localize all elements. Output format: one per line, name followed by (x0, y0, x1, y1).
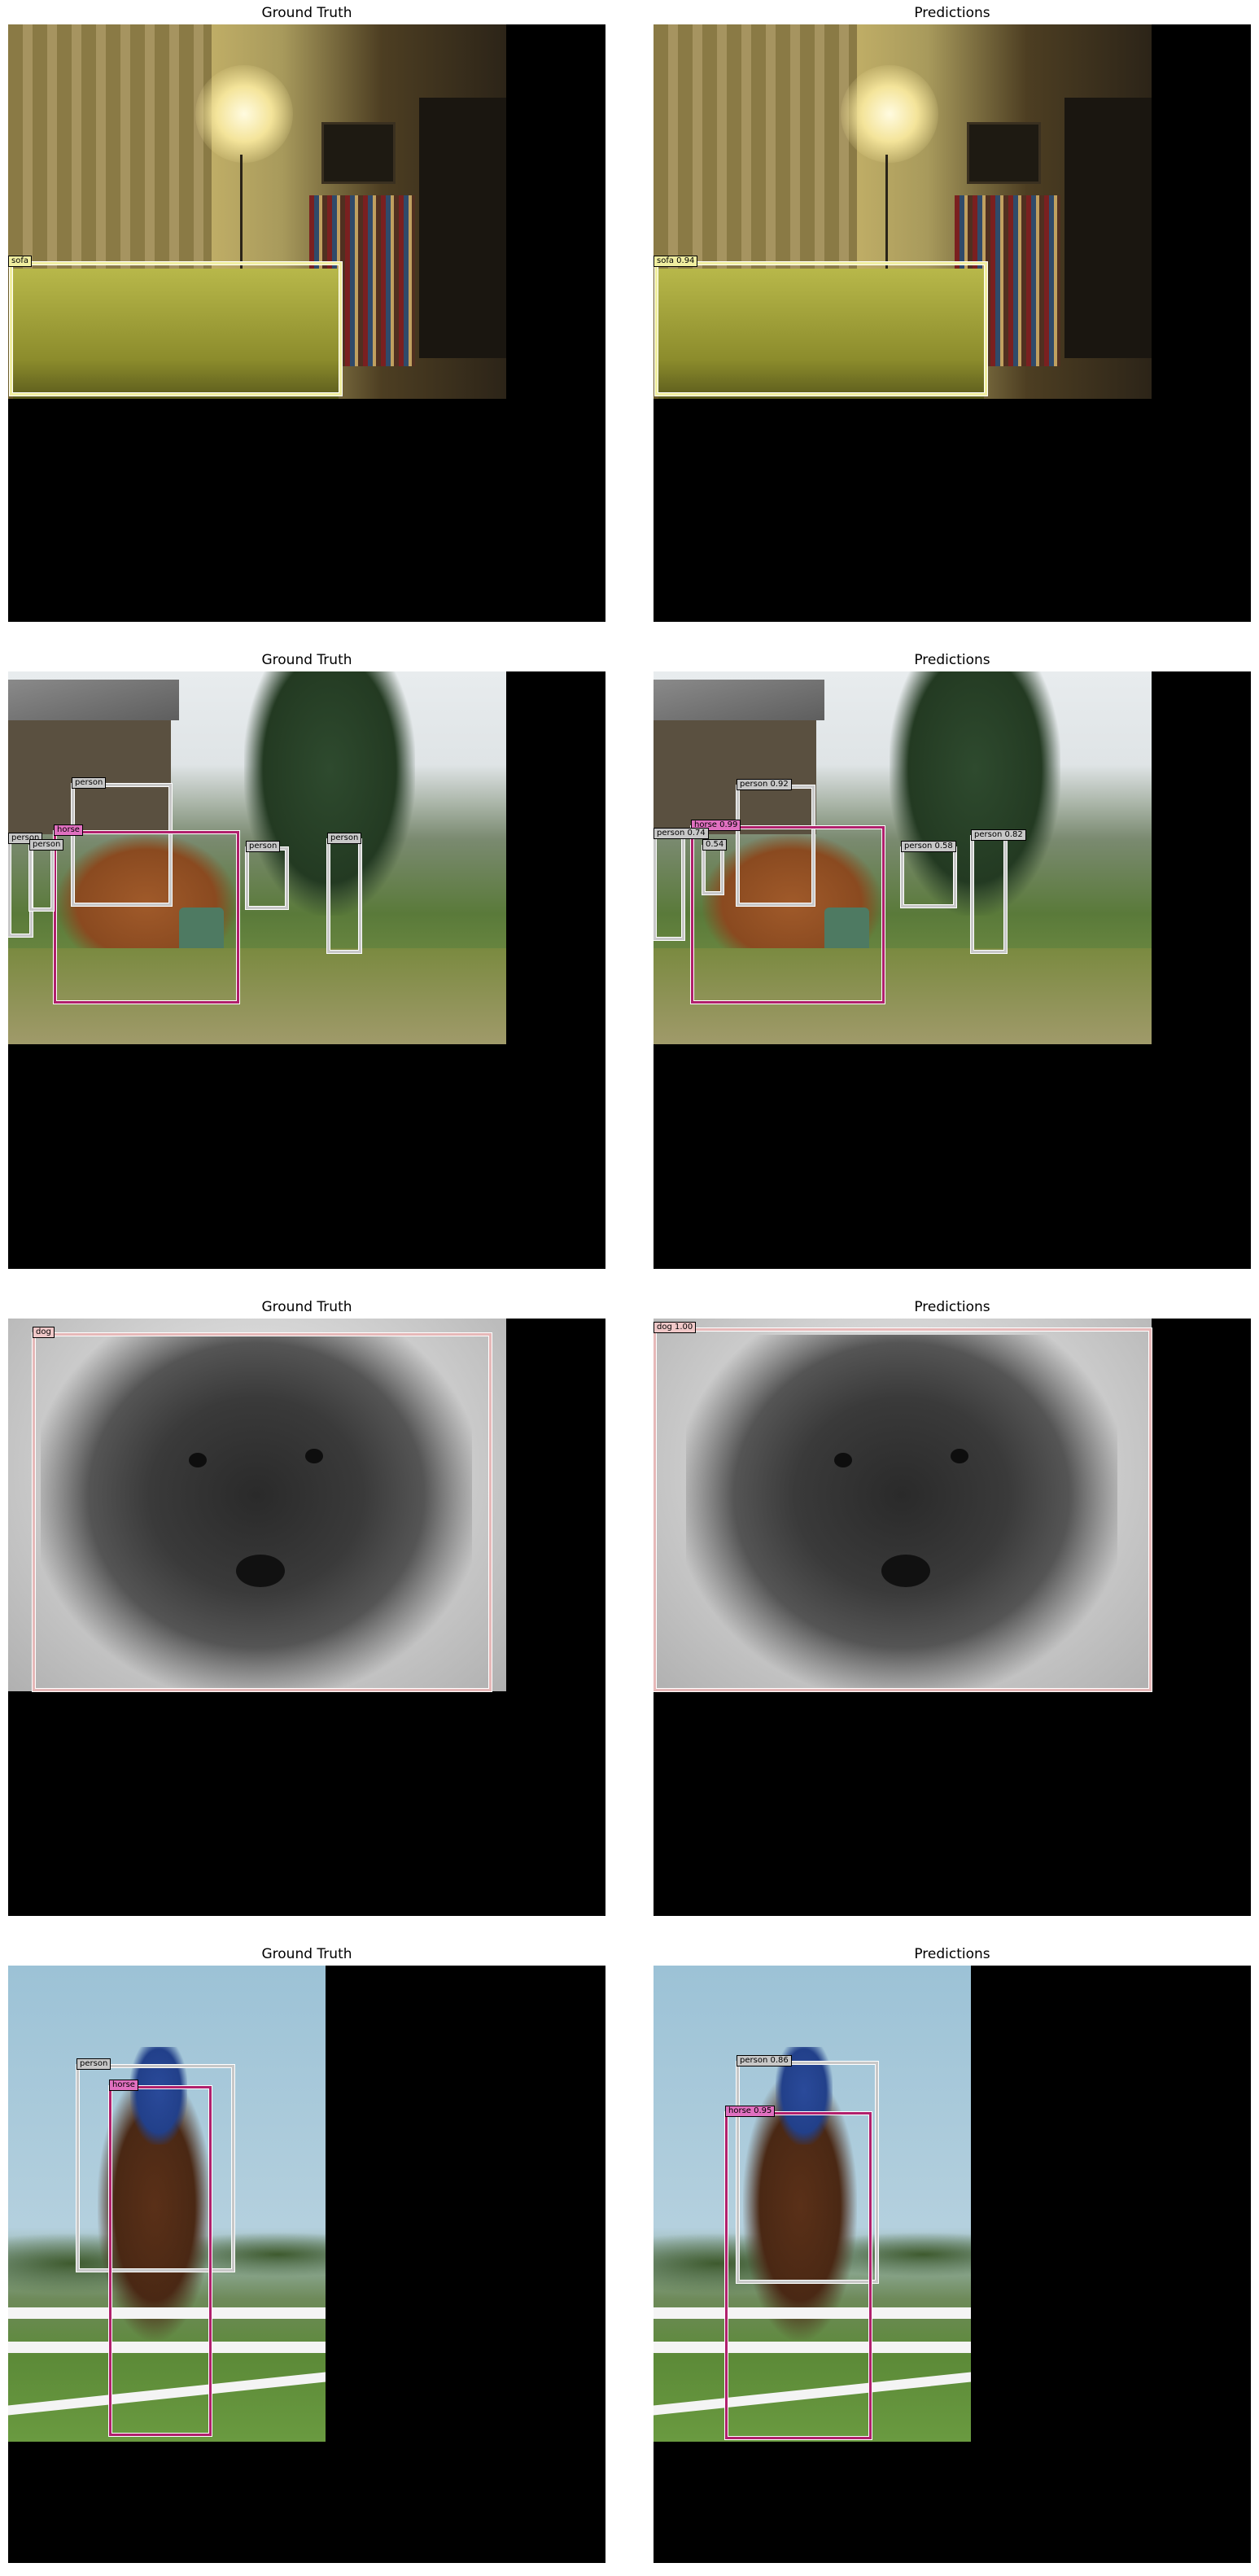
bbox-sofa (10, 262, 342, 396)
label-person: person (246, 841, 281, 852)
label-person: person (72, 777, 107, 789)
label-person: person 0.82 (971, 829, 1026, 841)
bbox-person (971, 836, 1007, 953)
bbox-person (29, 846, 54, 911)
bbox-horse (725, 2112, 872, 2439)
predictions-panel: person 0.86 horse 0.95 (654, 1966, 1251, 2563)
bbox-sofa (655, 262, 987, 396)
bbox-horse (109, 2086, 212, 2436)
lamp-glow (841, 65, 938, 163)
bbox-horse (54, 831, 239, 1004)
bbox-person (702, 846, 723, 894)
label-sofa: sofa (8, 256, 32, 267)
label-horse: horse (109, 2080, 138, 2091)
label-person: person 0.58 (901, 841, 956, 852)
barn-roof (654, 680, 824, 720)
ground-truth-panel: person horse (8, 1966, 605, 2563)
bbox-person (654, 834, 684, 940)
label-person: person (77, 2058, 111, 2070)
panel-title-ground-truth: Ground Truth (261, 652, 352, 668)
predictions-panel: person 0.92 horse 0.99 person 0.74 0.54 … (654, 671, 1251, 1269)
dark-cabinet (419, 98, 506, 358)
label-person: person 0.86 (737, 2055, 792, 2066)
ground-truth-panel: dog (8, 1319, 605, 1916)
panel-title-predictions: Predictions (914, 1299, 990, 1315)
label-person: person 0.74 (654, 828, 709, 839)
predictions-panel: dog 1.00 (654, 1319, 1251, 1916)
bbox-person (246, 847, 288, 909)
wall-picture (967, 122, 1041, 184)
panel-title-ground-truth: Ground Truth (261, 5, 352, 21)
panel-title-predictions: Predictions (914, 5, 990, 21)
curtain (8, 24, 212, 269)
panel-title-predictions: Predictions (914, 1946, 990, 1962)
label-dog: dog 1.00 (654, 1322, 697, 1333)
label-person: 0.54 (702, 839, 728, 851)
label-person: person (29, 839, 64, 851)
predictions-panel: sofa 0.94 (654, 24, 1251, 622)
bbox-dog (33, 1333, 492, 1691)
label-horse: horse 0.95 (725, 2106, 776, 2117)
label-person: person 0.92 (737, 779, 792, 790)
label-sofa: sofa 0.94 (654, 256, 698, 267)
bbox-dog (654, 1328, 1152, 1691)
lamp-glow (195, 65, 293, 163)
wall-picture (321, 122, 396, 184)
panel-title-ground-truth: Ground Truth (261, 1299, 352, 1315)
curtain (654, 24, 857, 269)
barn-roof (8, 680, 179, 720)
label-person: person (327, 833, 362, 844)
label-dog: dog (33, 1327, 55, 1338)
dark-cabinet (1064, 98, 1152, 358)
label-horse: horse (54, 824, 83, 836)
panel-title-predictions: Predictions (914, 652, 990, 668)
ground-truth-panel: sofa (8, 24, 605, 622)
bbox-person (901, 847, 956, 908)
panel-title-ground-truth: Ground Truth (261, 1946, 352, 1962)
ground-truth-panel: person horse person person person person (8, 671, 605, 1269)
bbox-person (327, 839, 361, 953)
